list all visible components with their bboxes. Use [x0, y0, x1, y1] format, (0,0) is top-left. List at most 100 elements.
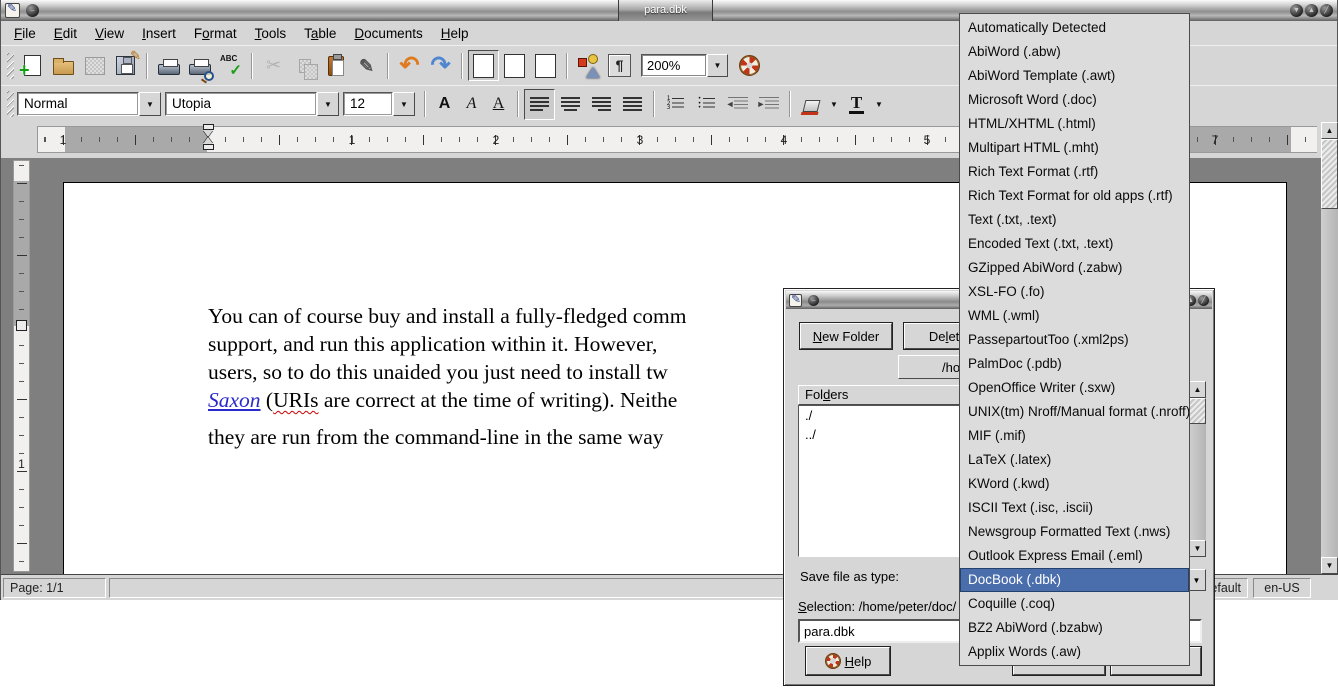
scroll-up-icon[interactable]: ▲ — [1189, 381, 1206, 398]
menu-item[interactable]: Documents — [345, 24, 431, 43]
font-combo[interactable]: Utopia — [165, 92, 317, 116]
file-type-option[interactable]: HTML/XHTML (.html) — [960, 112, 1189, 136]
highlight-color-arrow[interactable]: ▼ — [827, 93, 841, 116]
style-combo-arrow[interactable]: ▼ — [139, 92, 161, 116]
spellcheck-button[interactable]: ABC✓ — [215, 50, 246, 81]
menu-item[interactable]: View — [86, 24, 133, 43]
menu-item[interactable]: Help — [432, 24, 478, 43]
file-type-option[interactable]: Rich Text Format (.rtf) — [960, 160, 1189, 184]
file-type-option[interactable]: KWord (.kwd) — [960, 472, 1189, 496]
file-type-option[interactable]: AbiWord (.abw) — [960, 40, 1189, 64]
menu-item[interactable]: Tools — [246, 24, 296, 43]
bold-button[interactable]: A — [431, 89, 458, 120]
file-type-option[interactable]: DocBook (.dbk) — [960, 568, 1189, 592]
file-type-option[interactable]: GZipped AbiWord (.zabw) — [960, 256, 1189, 280]
align-left-button[interactable] — [524, 89, 555, 120]
view-one-column-button[interactable] — [468, 50, 499, 81]
view-three-column-button[interactable] — [530, 50, 561, 81]
file-type-option[interactable]: Microsoft Word (.doc) — [960, 88, 1189, 112]
maximize-icon[interactable]: ▲ — [1305, 4, 1318, 17]
file-type-option[interactable]: OpenOffice Writer (.sxw) — [960, 376, 1189, 400]
zoom-dropdown-arrow[interactable]: ▼ — [707, 54, 728, 77]
file-type-option[interactable]: BZ2 AbiWord (.bzabw) — [960, 616, 1189, 640]
save-as-button[interactable]: ✎ — [110, 50, 141, 81]
left-indent-handle[interactable] — [203, 144, 214, 150]
file-type-option[interactable]: Outlook Express Email (.eml) — [960, 544, 1189, 568]
style-combo[interactable]: Normal — [17, 92, 139, 116]
text-color-button[interactable]: T — [841, 89, 872, 120]
toolbar-grip[interactable] — [7, 53, 14, 79]
folders-column-header[interactable]: Folders — [798, 385, 961, 405]
file-type-option[interactable]: Newsgroup Formatted Text (.nws) — [960, 520, 1189, 544]
paste-button[interactable] — [320, 50, 351, 81]
font-size-combo[interactable]: 12 — [343, 92, 393, 116]
file-type-option[interactable]: WML (.wml) — [960, 304, 1189, 328]
font-combo-arrow[interactable]: ▼ — [317, 92, 339, 116]
vertical-ruler[interactable]: 1 — [13, 160, 30, 572]
folder-list-item[interactable]: ./ — [799, 406, 960, 425]
folders-list[interactable]: ./../ — [798, 405, 961, 557]
scroll-down-icon[interactable]: ▼ — [1189, 540, 1206, 557]
file-type-option[interactable]: ISCII Text (.isc, .iscii) — [960, 496, 1189, 520]
menu-item[interactable]: Edit — [45, 24, 86, 43]
redo-button[interactable]: ↷ — [425, 50, 456, 81]
indent-triangle-up[interactable] — [203, 137, 213, 144]
file-type-option[interactable]: UNIX(tm) Nroff/Manual format (.nroff) — [960, 400, 1189, 424]
file-type-option[interactable]: Text (.txt, .text) — [960, 208, 1189, 232]
show-formatting-marks-button[interactable]: ¶ — [604, 50, 635, 81]
file-type-option[interactable]: Encoded Text (.txt, .text) — [960, 232, 1189, 256]
numbered-list-button[interactable]: 1 2 3 — [660, 89, 691, 120]
scroll-up-icon[interactable]: ▲ — [1321, 122, 1338, 139]
hyperlink-saxon[interactable]: Saxon — [208, 388, 261, 412]
file-type-option[interactable]: Automatically Detected — [960, 16, 1189, 40]
close-icon[interactable]: ╱ — [1320, 4, 1333, 17]
window-menu-button[interactable]: – — [26, 4, 39, 17]
menu-item[interactable]: Table — [295, 24, 345, 43]
file-type-option[interactable]: MIF (.mif) — [960, 424, 1189, 448]
highlight-color-button[interactable] — [796, 89, 827, 120]
menu-item[interactable]: File — [5, 24, 45, 43]
increase-indent-button[interactable]: ► — [753, 89, 784, 120]
file-type-option[interactable]: Applix Words (.aw) — [960, 640, 1189, 664]
scroll-down-icon[interactable]: ▼ — [1321, 557, 1338, 574]
new-document-button[interactable]: + — [17, 50, 48, 81]
menu-item[interactable]: Format — [185, 24, 246, 43]
align-justify-button[interactable] — [617, 89, 648, 120]
help-button[interactable] — [734, 50, 765, 81]
toolbar-grip[interactable] — [7, 91, 14, 117]
italic-button[interactable]: A — [458, 89, 485, 120]
scrollbar-thumb[interactable] — [1321, 139, 1338, 209]
close-icon[interactable]: ╱ — [1198, 295, 1209, 306]
decrease-indent-button[interactable]: ◄ — [722, 89, 753, 120]
window-menu-button[interactable]: – — [808, 295, 819, 306]
bullet-list-button[interactable]: • • • — [691, 89, 722, 120]
text-color-arrow[interactable]: ▼ — [872, 93, 886, 116]
indent-triangle-down[interactable] — [203, 130, 213, 137]
undo-button[interactable]: ↶ — [394, 50, 425, 81]
folder-list-item[interactable]: ../ — [799, 425, 960, 444]
print-preview-button[interactable] — [184, 50, 215, 81]
help-button[interactable]: Help — [806, 647, 890, 675]
print-button[interactable] — [153, 50, 184, 81]
menu-item[interactable]: Insert — [133, 24, 185, 43]
file-type-option[interactable]: PalmDoc (.pdb) — [960, 352, 1189, 376]
file-type-option[interactable]: AbiWord Template (.awt) — [960, 64, 1189, 88]
file-type-option[interactable]: PassepartoutToo (.xml2ps) — [960, 328, 1189, 352]
view-two-column-button[interactable] — [499, 50, 530, 81]
insert-graphic-button[interactable] — [573, 50, 604, 81]
zoom-input[interactable] — [641, 54, 707, 77]
open-button[interactable] — [48, 50, 79, 81]
top-margin-handle[interactable] — [16, 320, 27, 331]
align-center-button[interactable] — [555, 89, 586, 120]
file-type-option[interactable]: LaTeX (.latex) — [960, 448, 1189, 472]
new-folder-button[interactable]: New Folder — [800, 323, 892, 349]
format-painter-button[interactable]: ✎ — [351, 50, 382, 81]
scrollbar-thumb[interactable] — [1189, 398, 1206, 424]
minimize-icon[interactable]: ▼ — [1290, 4, 1303, 17]
file-type-option[interactable]: Multipart HTML (.mht) — [960, 136, 1189, 160]
indent-marker[interactable] — [201, 124, 215, 150]
font-size-combo-arrow[interactable]: ▼ — [393, 92, 415, 116]
underline-button[interactable]: A — [485, 89, 512, 120]
file-type-option[interactable]: Rich Text Format for old apps (.rtf) — [960, 184, 1189, 208]
file-type-option[interactable]: Coquille (.coq) — [960, 592, 1189, 616]
